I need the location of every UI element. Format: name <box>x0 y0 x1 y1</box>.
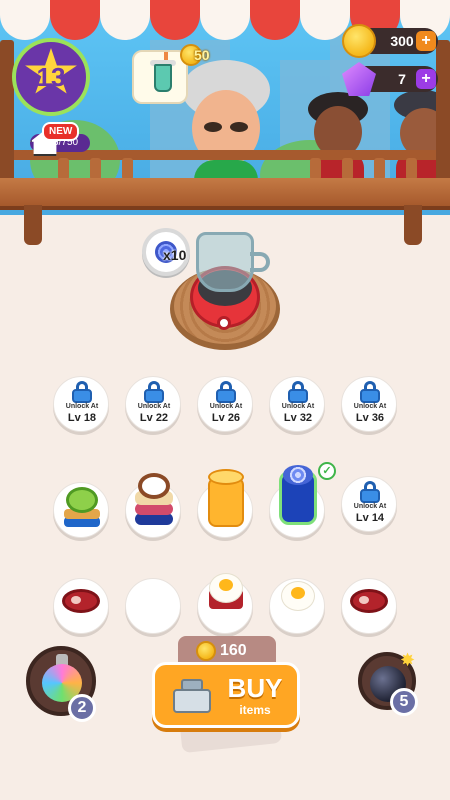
deck-bracket <box>24 205 42 245</box>
lock-icon <box>216 381 236 403</box>
check-icon: ✓ <box>318 462 336 480</box>
bomb-count: 5 <box>390 688 418 716</box>
buy-label: BUY <box>227 673 283 703</box>
locked-slot[interactable]: Unlock At Lv 26 <box>197 376 253 432</box>
buy-sub-label: items <box>239 703 271 717</box>
lock-icon <box>144 381 164 403</box>
plate-egg[interactable] <box>197 573 253 634</box>
steak-icon <box>350 589 388 613</box>
spark-icon: ✸ <box>400 650 416 670</box>
empty-plate[interactable] <box>125 578 181 634</box>
add-coins-button[interactable]: + <box>416 31 436 51</box>
new-badge: NEW <box>42 122 80 141</box>
wooden-post <box>436 40 450 190</box>
plate-steak[interactable] <box>53 578 109 634</box>
counter-deck <box>0 178 450 210</box>
drink-cup-icon <box>154 64 172 92</box>
lock-icon <box>360 381 380 403</box>
lock-icon <box>360 481 380 503</box>
customer-grandma[interactable] <box>182 60 272 200</box>
burger-icon <box>64 487 100 529</box>
plate-steak[interactable] <box>341 578 397 634</box>
plate-egg[interactable] <box>269 578 325 634</box>
ingredient-count: x10 <box>163 247 187 263</box>
plate-layer-cake[interactable] <box>197 469 253 538</box>
plate-blue-ingredient[interactable] <box>269 465 325 538</box>
locked-slot[interactable]: Unlock At Lv 14 <box>341 476 397 532</box>
add-gems-button[interactable]: + <box>416 69 436 89</box>
coconut-cake-icon <box>135 473 173 529</box>
locked-slot[interactable]: Unlock At Lv 22 <box>125 376 181 432</box>
coin-icon <box>196 641 216 661</box>
level-badge[interactable]: 13 393/750 <box>12 38 90 152</box>
lock-icon <box>288 381 308 403</box>
level-number: 13 <box>36 62 66 92</box>
buy-price: 160 <box>220 642 247 659</box>
layer-cake-icon <box>208 469 244 527</box>
glass-pot[interactable] <box>196 232 254 292</box>
lock-icon <box>72 381 92 403</box>
cash-register-icon <box>173 679 211 713</box>
buy-items-button[interactable]: BUY items <box>152 662 300 728</box>
plate-coconut-cake[interactable] <box>125 473 181 538</box>
steak-icon <box>62 589 100 613</box>
gem-counter[interactable]: 7 + <box>342 62 438 96</box>
locked-slot[interactable]: Unlock At Lv 18 <box>53 376 109 432</box>
plate-burger[interactable] <box>53 482 109 538</box>
deck-bracket <box>404 205 422 245</box>
coin-counter[interactable]: 300 + <box>342 24 438 58</box>
order-reward: 50 <box>180 44 220 68</box>
blue-container-icon <box>279 465 317 527</box>
reward-amount: 50 <box>194 47 210 63</box>
locked-slot[interactable]: Unlock At Lv 36 <box>341 376 397 432</box>
coin-icon <box>342 24 376 58</box>
locked-slot[interactable]: Unlock At Lv 32 <box>269 376 325 432</box>
power-icon[interactable] <box>217 316 231 330</box>
potion-count: 2 <box>68 694 96 722</box>
